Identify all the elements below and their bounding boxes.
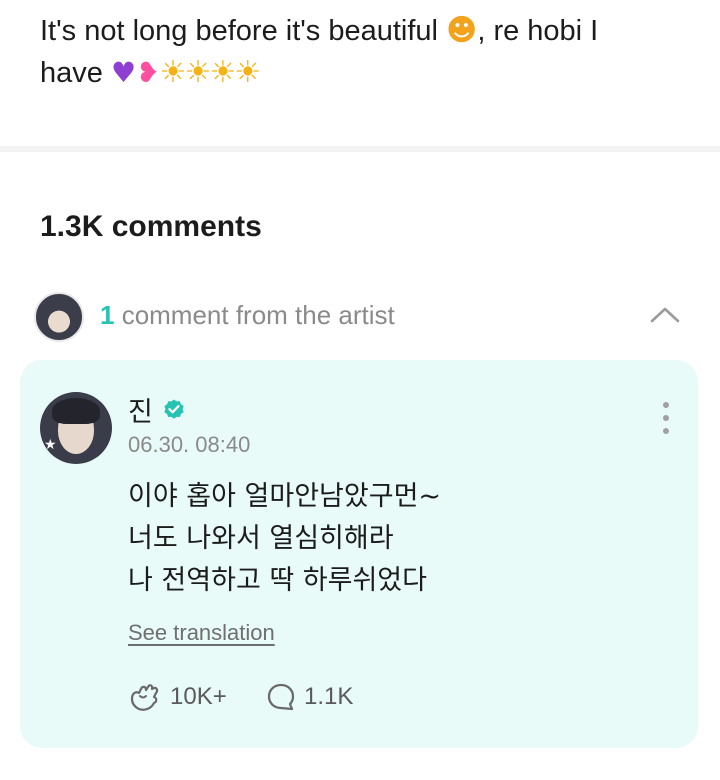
comment-author[interactable]: 진: [128, 390, 153, 429]
artist-comment-text: comment from the artist: [114, 300, 395, 330]
comment-body: 이야 홉아 얼마안남았구먼~ 너도 나와서 열심히해라 나 전역하고 딱 하루쉬…: [128, 476, 668, 602]
two-hearts-icon: ❥: [136, 56, 160, 89]
sun-icon: ☀: [159, 55, 187, 90]
comment-bubble-icon: [267, 683, 295, 711]
post-line-2-text: have: [40, 57, 111, 89]
more-options-button[interactable]: [658, 400, 674, 436]
artist-comments-label: 1 comment from the artist: [100, 300, 395, 331]
avatar-hair: [52, 398, 100, 424]
post-line-1: It's not long before it's beautiful ☻, r…: [40, 10, 690, 52]
artist-avatar: [34, 292, 84, 342]
post-line-1-suffix: , re hobi I: [477, 15, 599, 47]
comment-line: 너도 나와서 열심히해라: [128, 523, 394, 554]
sun-icon: ☀: [209, 55, 237, 90]
see-translation-link[interactable]: See translation: [128, 620, 275, 646]
smiling-face-with-hearts-icon: ☻: [446, 13, 478, 48]
post-line-1-text: It's not long before it's beautiful: [40, 15, 447, 47]
section-divider: [0, 146, 720, 152]
chevron-up-icon[interactable]: [650, 304, 680, 324]
verified-badge-icon: [164, 399, 184, 419]
comment-line: 이야 홉아 얼마안남았구먼~: [128, 481, 442, 512]
like-count: 10K+: [170, 683, 227, 710]
comment-line: 나 전역하고 딱 하루쉬었다: [128, 565, 427, 596]
star-icon: ★: [44, 436, 57, 452]
more-dot: [663, 428, 669, 434]
reaction-hand-icon: [130, 684, 159, 711]
more-dot: [663, 402, 669, 408]
comment-timestamp: 06.30. 08:40: [128, 432, 251, 457]
comments-count: 1.3K comments: [40, 210, 262, 243]
sun-icon: ☀: [184, 55, 212, 90]
artist-comment-card: ★ 진 06.30. 08:40 이야 홉아 얼마안남았구먼~ 너도 나와서 열…: [20, 360, 698, 748]
avatar[interactable]: ★: [40, 392, 112, 464]
post-line-2: have ♥❥☀☀☀☀: [40, 52, 690, 94]
post-text: It's not long before it's beautiful ☻, r…: [40, 10, 690, 94]
like-button[interactable]: 10K+: [128, 680, 227, 714]
artist-comment-count: 1: [100, 300, 115, 330]
sun-icon: ☀: [234, 55, 262, 90]
more-dot: [663, 415, 669, 421]
artist-comments-toggle[interactable]: 1 comment from the artist: [34, 292, 684, 344]
reply-button[interactable]: 1.1K: [266, 680, 353, 714]
reply-count: 1.1K: [304, 683, 354, 710]
purple-heart-icon: ♥: [110, 56, 137, 89]
